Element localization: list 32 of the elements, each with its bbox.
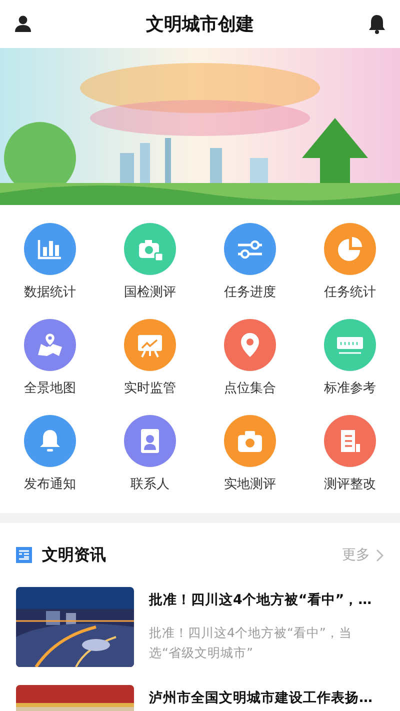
pie-icon[interactable] [324, 223, 376, 275]
menu-label[interactable]: 发布通知 [24, 477, 76, 493]
menu-label[interactable]: 国检测评 [124, 285, 176, 301]
pin-icon[interactable] [224, 319, 276, 371]
doc-icon[interactable] [324, 415, 376, 467]
menu-label[interactable]: 任务统计 [324, 285, 376, 301]
chevron-right-icon[interactable] [376, 548, 384, 562]
menu-label[interactable]: 任务进度 [224, 285, 276, 301]
user-icon[interactable] [14, 15, 32, 33]
camera-doc-icon[interactable] [124, 223, 176, 275]
board-icon[interactable] [124, 319, 176, 371]
ruler-icon[interactable] [324, 319, 376, 371]
camera-icon[interactable] [224, 415, 276, 467]
contacts-icon[interactable] [124, 415, 176, 467]
menu-label[interactable]: 测评整改 [324, 477, 376, 493]
menu-label[interactable]: 实地测评 [224, 477, 276, 493]
bell-icon[interactable] [368, 14, 386, 34]
map-icon[interactable] [24, 319, 76, 371]
menu-label[interactable]: 数据统计 [24, 285, 76, 301]
menu-label[interactable]: 全景地图 [24, 381, 76, 397]
menu-label[interactable]: 标准参考 [324, 381, 376, 397]
chart-icon[interactable] [24, 223, 76, 275]
app-title: 文明城市创建 [146, 13, 254, 36]
news-title[interactable]: 泸州市全国文明城市建设工作表扬… [149, 689, 384, 707]
section-title: 文明资讯 [42, 544, 107, 566]
menu-label[interactable]: 联系人 [130, 477, 170, 493]
news-icon [16, 547, 32, 563]
sliders-icon[interactable] [224, 223, 276, 275]
news-title[interactable]: 批准！四川这4个地方被“看中”，… [149, 591, 384, 609]
news-summary: 批准！四川这4个地方被“看中”，当选“省级文明城市” [149, 624, 353, 662]
menu-label[interactable]: 点位集合 [224, 381, 276, 397]
menu-label[interactable]: 实时监管 [124, 381, 176, 397]
